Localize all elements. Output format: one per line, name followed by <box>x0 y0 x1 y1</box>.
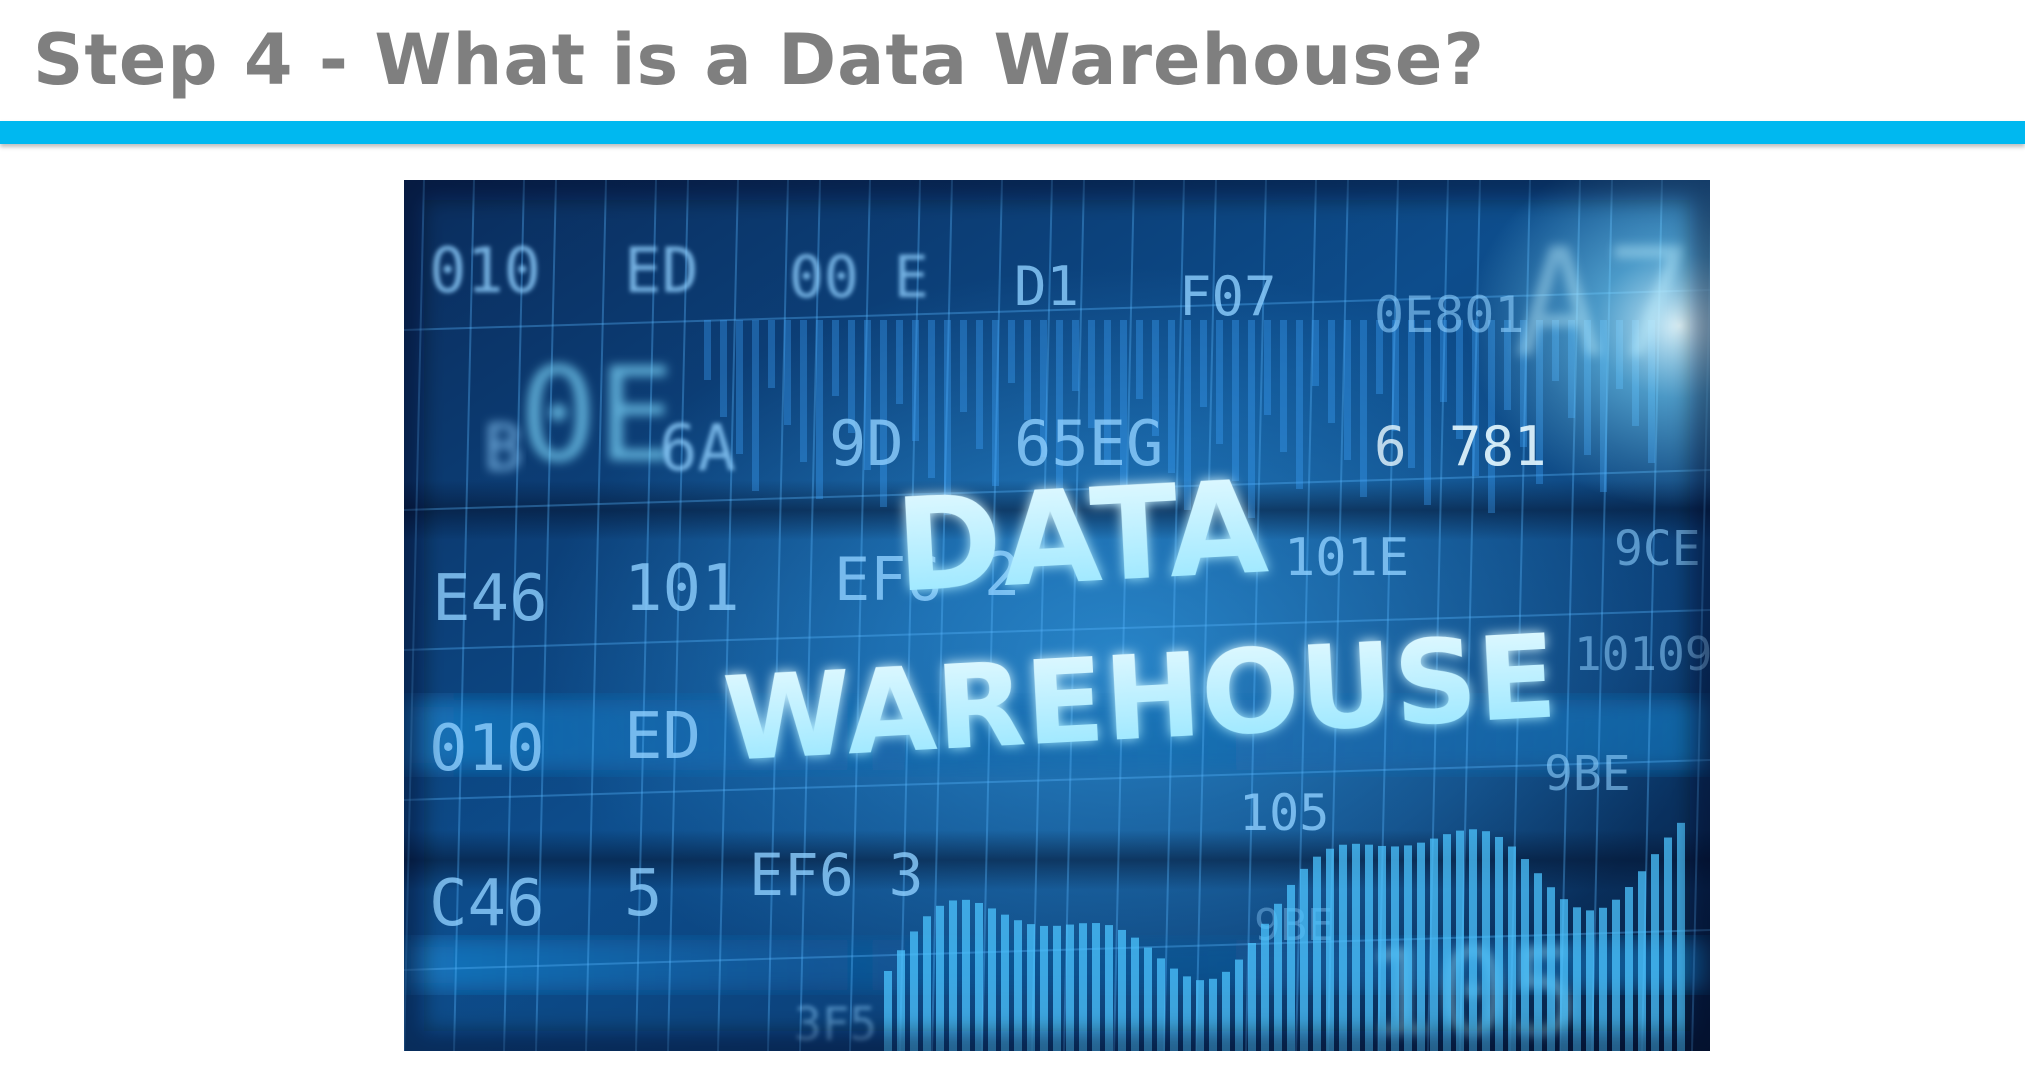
code-text: 10109A <box>1574 627 1710 681</box>
chart-bar-decoration <box>962 899 970 1051</box>
background-column <box>752 320 759 491</box>
slide: Step 4 - What is a Data Warehouse? 010 E… <box>0 0 2025 1081</box>
background-column <box>896 320 903 404</box>
chart-bar-decoration <box>1638 871 1646 1051</box>
chart-bar-decoration <box>1586 910 1594 1051</box>
code-text: 010 <box>429 712 545 786</box>
code-text: 0E <box>519 339 676 491</box>
code-text: 6A <box>659 412 736 486</box>
chart-bar-decoration <box>1378 845 1386 1051</box>
chart-bar-decoration <box>936 905 944 1051</box>
chart-bar-decoration <box>1417 842 1425 1051</box>
background-column <box>992 320 999 486</box>
code-text: 9CE <box>1614 521 1701 577</box>
chart-bar-decoration <box>1508 846 1516 1051</box>
background-column <box>736 320 743 454</box>
code-text: B <box>484 412 523 486</box>
chart-bar-decoration <box>1534 873 1542 1051</box>
chart-bar-decoration <box>1482 831 1490 1051</box>
code-text: 010 <box>429 234 541 307</box>
headline-data: DATA <box>892 453 1271 621</box>
chart-bar-decoration <box>1365 844 1373 1051</box>
chart-bar-decoration <box>1469 829 1477 1051</box>
code-text: 101E <box>1284 528 1409 588</box>
chart-bar-decoration <box>1300 868 1308 1051</box>
code-text: 6 <box>1374 415 1407 478</box>
code-text: D1 <box>1014 255 1079 318</box>
chart-bar-decoration <box>1274 903 1282 1051</box>
code-text: ED <box>624 700 701 774</box>
chart-bar-decoration <box>1521 859 1529 1051</box>
chart-bar-decoration <box>1430 838 1438 1051</box>
chart-bar-decoration <box>1391 846 1399 1051</box>
background-column <box>1008 320 1015 383</box>
chart-bar-decoration <box>1573 907 1581 1051</box>
background-column <box>784 320 791 425</box>
code-text: 5 <box>624 857 663 931</box>
data-warehouse-image: 010 ED 00 E D1 F07 0E801 A7 B 0E 6A 9D 6… <box>404 180 1710 1051</box>
chart-bar-decoration <box>949 900 957 1051</box>
background-column <box>1024 320 1031 420</box>
title-accent-bar <box>0 121 2025 144</box>
chart-bar-decoration <box>1326 848 1334 1051</box>
chart-bar-decoration <box>1456 830 1464 1051</box>
chart-bar-decoration <box>1664 837 1672 1051</box>
code-text: ED <box>624 234 699 307</box>
chart-bar-decoration <box>1651 854 1659 1051</box>
code-text: A7 <box>1514 217 1695 391</box>
chart-bar-decoration <box>1443 834 1451 1051</box>
chart-bar-decoration <box>1352 843 1360 1051</box>
code-text: 9D <box>829 407 904 480</box>
background-column <box>704 320 711 380</box>
chart-bar-decoration <box>988 908 996 1051</box>
code-text: EF6 3 <box>749 841 924 909</box>
chart-bar-decoration <box>1495 836 1503 1051</box>
background-column <box>800 320 807 462</box>
chart-bar-decoration <box>1287 884 1295 1051</box>
data-warehouse-illustration: 010 ED 00 E D1 F07 0E801 A7 B 0E 6A 9D 6… <box>404 180 1710 1051</box>
code-text: 9BE <box>1544 746 1631 802</box>
chart-bar-decoration <box>1339 844 1347 1051</box>
background-column <box>720 320 727 417</box>
slide-title: Step 4 - What is a Data Warehouse? <box>33 19 1485 101</box>
code-text: 101 <box>624 552 740 626</box>
chart-bar-decoration <box>1677 822 1685 1051</box>
chart-bar-decoration <box>975 902 983 1051</box>
chart-bar-decoration <box>1560 899 1568 1051</box>
background-column <box>816 320 823 499</box>
background-column <box>832 320 839 396</box>
chart-bar-decoration <box>1001 914 1009 1051</box>
background-column <box>1072 320 1079 391</box>
chart-bar-decoration <box>1404 845 1412 1051</box>
code-text: E46 <box>432 562 548 636</box>
background-column <box>768 320 775 388</box>
code-text: 781 <box>1449 415 1547 478</box>
chart-bar-decoration <box>1547 887 1555 1051</box>
code-text: 00 E <box>789 243 929 311</box>
background-column <box>928 320 935 478</box>
code-text: 105 <box>1239 784 1329 842</box>
code-text: 0E801 <box>1374 286 1525 344</box>
background-column <box>960 320 967 412</box>
chart-bar-decoration <box>1313 856 1321 1051</box>
chart-bar-decoration <box>1612 899 1620 1051</box>
code-text: C46 <box>429 867 545 941</box>
chart-bar-decoration <box>1599 907 1607 1051</box>
chart-bar-decoration <box>923 916 931 1051</box>
background-column <box>912 320 919 441</box>
chart-bar-decoration <box>1625 887 1633 1051</box>
background-column <box>976 320 983 449</box>
code-text: F07 <box>1179 265 1277 328</box>
